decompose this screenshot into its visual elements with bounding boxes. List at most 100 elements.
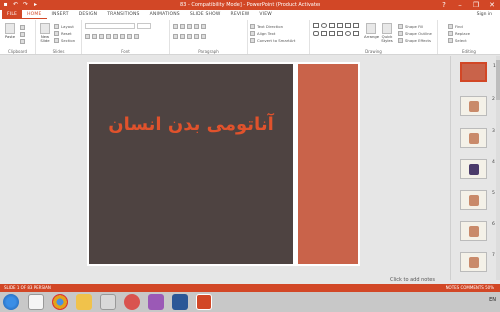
line-spacing-icon[interactable] bbox=[201, 23, 206, 29]
italic-icon[interactable] bbox=[92, 33, 97, 39]
chrome-icon[interactable] bbox=[52, 294, 68, 310]
numbering-icon[interactable] bbox=[180, 23, 185, 29]
slide-thumbnail[interactable]: 4 bbox=[460, 159, 495, 179]
shape-rect-icon[interactable] bbox=[313, 23, 319, 28]
find-button[interactable]: Find bbox=[448, 23, 463, 29]
decrease-indent-icon[interactable] bbox=[187, 23, 192, 29]
tab-review[interactable]: REVIEW bbox=[226, 10, 255, 19]
new-slide-button[interactable]: New Slide bbox=[38, 22, 52, 44]
slide-thumbnail[interactable]: 1 bbox=[460, 62, 496, 82]
utorrent-icon[interactable] bbox=[100, 294, 116, 310]
shape-curve-icon[interactable] bbox=[345, 31, 351, 36]
shape-triangle-icon[interactable] bbox=[345, 23, 351, 28]
shape-brace-icon[interactable] bbox=[321, 31, 327, 36]
slide-thumbnail[interactable]: 3 bbox=[460, 128, 495, 148]
tab-transitions[interactable]: TRANSITIONS bbox=[102, 10, 144, 19]
replace-icon bbox=[448, 30, 453, 36]
tab-animations[interactable]: ANIMATIONS bbox=[145, 10, 185, 19]
shape-oval-icon[interactable] bbox=[321, 23, 327, 28]
slide-thumbnail[interactable]: 5 bbox=[460, 190, 495, 210]
redo-icon[interactable]: ↷ bbox=[22, 1, 29, 8]
shape-callout-icon[interactable] bbox=[329, 31, 335, 36]
shape-more-icon[interactable] bbox=[353, 31, 359, 36]
minimize-button[interactable]: – bbox=[452, 0, 468, 10]
columns-icon[interactable] bbox=[201, 33, 206, 39]
copy-icon bbox=[20, 31, 25, 37]
copy-button[interactable] bbox=[20, 31, 25, 37]
font-name-dropdown[interactable] bbox=[85, 23, 135, 29]
shape-outline-icon bbox=[398, 30, 403, 36]
network-icon[interactable] bbox=[148, 294, 164, 310]
status-right[interactable]: NOTES COMMENTS 50% bbox=[446, 284, 494, 292]
font-color-icon[interactable] bbox=[134, 33, 139, 39]
tab-design[interactable]: DESIGN bbox=[74, 10, 103, 19]
slideshow-icon[interactable]: ▸ bbox=[32, 1, 39, 8]
shape-rounded-icon[interactable] bbox=[313, 31, 319, 36]
shape-star-icon[interactable] bbox=[353, 23, 359, 28]
align-left-icon[interactable] bbox=[173, 33, 178, 39]
undo-icon[interactable]: ↶ bbox=[12, 1, 19, 8]
slide-thumbnail[interactable]: 7 bbox=[460, 252, 495, 272]
quick-styles-button[interactable]: Quick Styles bbox=[380, 22, 394, 44]
explorer-icon[interactable] bbox=[76, 294, 92, 310]
increase-indent-icon[interactable] bbox=[194, 23, 199, 29]
shape-line-icon[interactable] bbox=[329, 23, 335, 28]
system-tray[interactable]: EN bbox=[489, 297, 496, 303]
tab-view[interactable]: VIEW bbox=[254, 10, 277, 19]
notes-placeholder[interactable]: Click to add notes bbox=[390, 277, 435, 283]
paste-button[interactable]: Paste bbox=[3, 22, 17, 44]
tab-file[interactable]: FILE bbox=[2, 10, 23, 19]
thumbnail-scrollbar[interactable] bbox=[496, 56, 500, 280]
slide[interactable]: آناتومی بدن انسان bbox=[87, 62, 360, 266]
shape-effects-button[interactable]: Shape Effects bbox=[398, 37, 431, 43]
tab-slide-show[interactable]: SLIDE SHOW bbox=[185, 10, 226, 19]
media-icon[interactable] bbox=[124, 294, 140, 310]
maximize-button[interactable]: ❐ bbox=[468, 0, 484, 10]
strikethrough-icon[interactable] bbox=[113, 33, 118, 39]
text-direction-button[interactable]: Text Direction bbox=[250, 23, 283, 29]
powerpoint-icon[interactable] bbox=[196, 294, 212, 310]
underline-icon[interactable] bbox=[99, 33, 104, 39]
align-right-icon[interactable] bbox=[187, 33, 192, 39]
select-button[interactable]: Select bbox=[448, 37, 467, 43]
ie-icon[interactable] bbox=[28, 294, 44, 310]
bullets-icon[interactable] bbox=[173, 23, 178, 29]
tab-home[interactable]: HOME bbox=[22, 10, 47, 19]
sign-in-link[interactable]: Sign in bbox=[477, 12, 500, 17]
slide-title[interactable]: آناتومی بدن انسان bbox=[97, 114, 285, 135]
slide-thumbnail[interactable]: 6 bbox=[460, 221, 495, 241]
section-button[interactable]: Section bbox=[54, 37, 75, 43]
reset-button[interactable]: Reset bbox=[54, 30, 72, 36]
char-spacing-icon[interactable] bbox=[120, 33, 125, 39]
format-painter-button[interactable] bbox=[20, 38, 25, 44]
editing-group: Find Replace Select Editing bbox=[438, 20, 500, 54]
font-size-dropdown[interactable] bbox=[137, 23, 151, 29]
layout-button[interactable]: Layout bbox=[54, 23, 74, 29]
ribbon-tabs: FILE HOME INSERT DESIGN TRANSITIONS ANIM… bbox=[0, 10, 500, 19]
replace-button[interactable]: Replace bbox=[448, 30, 470, 36]
quick-styles-icon bbox=[382, 23, 392, 34]
change-case-icon[interactable] bbox=[127, 33, 132, 39]
scrollbar-thumb[interactable] bbox=[496, 60, 500, 100]
slides-group: New Slide Layout Reset Section Slides bbox=[36, 20, 82, 54]
shadow-icon[interactable] bbox=[106, 33, 111, 39]
shape-arrow-icon[interactable] bbox=[337, 23, 343, 28]
shape-bracket-icon[interactable] bbox=[337, 31, 343, 36]
save-icon[interactable]: ▪ bbox=[2, 1, 9, 8]
close-button[interactable]: ✕ bbox=[484, 0, 500, 10]
shapes-gallery[interactable] bbox=[313, 23, 361, 45]
convert-smartart-button[interactable]: Convert to SmartArt bbox=[250, 37, 295, 43]
tab-insert[interactable]: INSERT bbox=[47, 10, 74, 19]
align-center-icon[interactable] bbox=[180, 33, 185, 39]
shape-fill-button[interactable]: Shape Fill bbox=[398, 23, 423, 29]
slide-thumbnail[interactable]: 2 bbox=[460, 96, 495, 116]
word-icon[interactable] bbox=[172, 294, 188, 310]
cut-button[interactable] bbox=[20, 24, 25, 30]
help-button[interactable]: ? bbox=[436, 0, 452, 10]
start-icon[interactable] bbox=[3, 294, 19, 310]
justify-icon[interactable] bbox=[194, 33, 199, 39]
bold-icon[interactable] bbox=[85, 33, 90, 39]
align-text-button[interactable]: Align Text bbox=[250, 30, 275, 36]
arrange-button[interactable]: Arrange bbox=[364, 22, 379, 44]
shape-outline-button[interactable]: Shape Outline bbox=[398, 30, 432, 36]
